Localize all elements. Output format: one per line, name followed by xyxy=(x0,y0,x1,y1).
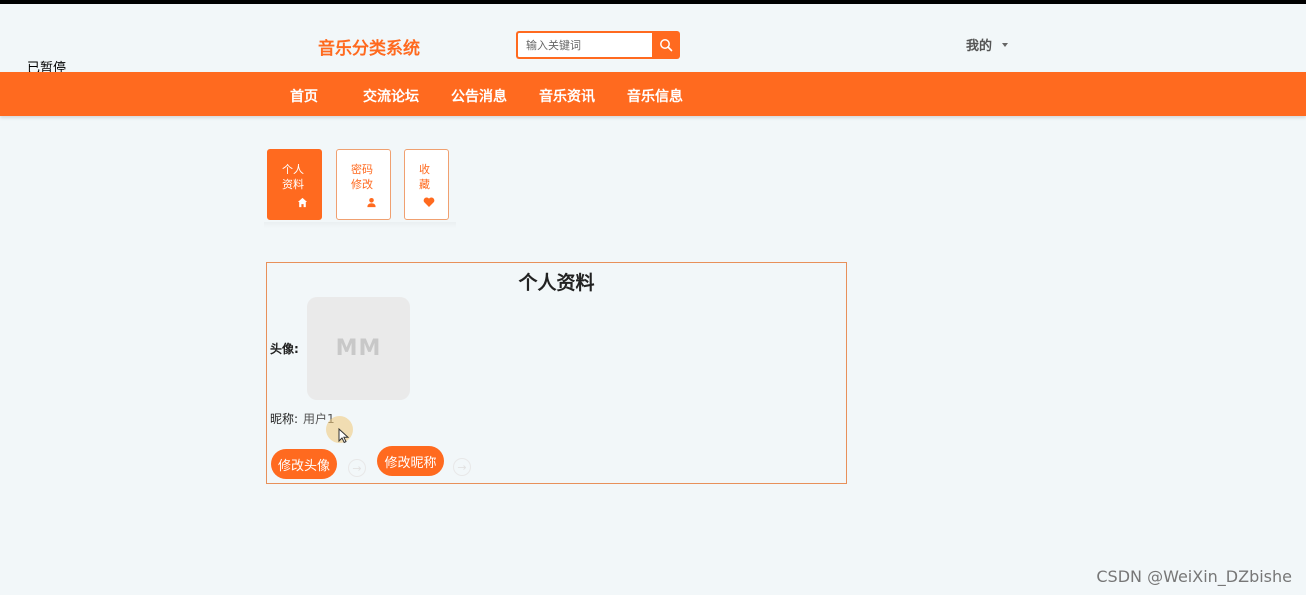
nav-item-home[interactable]: 首页 xyxy=(290,86,318,106)
change-nickname-button[interactable]: 修改昵称 xyxy=(377,446,444,476)
nav-item-forum[interactable]: 交流论坛 xyxy=(363,86,419,106)
caret-down-icon xyxy=(1002,42,1009,47)
tabs-divider xyxy=(264,222,456,228)
arrow-right-icon[interactable]: → xyxy=(453,458,471,476)
nav-item-music-info[interactable]: 音乐信息 xyxy=(627,86,683,106)
tab-favorites[interactable]: 收 藏 xyxy=(404,149,449,220)
search-bar xyxy=(516,31,680,59)
user-menu-label: 我的 xyxy=(966,39,993,54)
nav-item-music-news[interactable]: 音乐资讯 xyxy=(539,86,595,106)
profile-panel: 个人资料 头像: MM 昵称: 用户1 修改头像 → 修改昵称 → xyxy=(266,262,847,484)
change-avatar-button[interactable]: 修改头像 xyxy=(271,449,337,479)
search-icon xyxy=(660,39,673,52)
mouse-cursor-icon xyxy=(338,428,349,444)
tab-favorites-label: 收 藏 xyxy=(419,163,430,191)
tab-change-password[interactable]: 密码 修改 xyxy=(336,149,391,220)
user-menu[interactable]: 我的 xyxy=(966,35,1009,54)
avatar-label: 头像: xyxy=(270,342,299,356)
tab-password-label: 密码 修改 xyxy=(351,163,373,191)
profile-title: 个人资料 xyxy=(518,272,595,294)
tab-profile-label: 个人 资料 xyxy=(282,163,304,191)
search-input[interactable] xyxy=(516,31,652,59)
main-nav: 首页 交流论坛 公告消息 音乐资讯 音乐信息 xyxy=(0,72,1306,116)
site-title[interactable]: 音乐分类系统 xyxy=(318,34,420,59)
tab-profile[interactable]: 个人 资料 xyxy=(267,149,322,220)
user-icon xyxy=(367,198,376,208)
home-icon xyxy=(297,197,308,208)
search-button[interactable] xyxy=(652,31,680,59)
avatar: MM xyxy=(307,297,410,400)
arrow-right-icon[interactable]: → xyxy=(348,459,366,477)
watermark: CSDN @WeiXin_DZbishe xyxy=(1096,567,1292,586)
heart-icon xyxy=(423,197,435,207)
top-border xyxy=(0,0,1306,4)
avatar-initials: MM xyxy=(335,336,382,361)
nickname-label: 昵称: xyxy=(270,412,299,426)
nav-item-announcements[interactable]: 公告消息 xyxy=(451,86,507,106)
